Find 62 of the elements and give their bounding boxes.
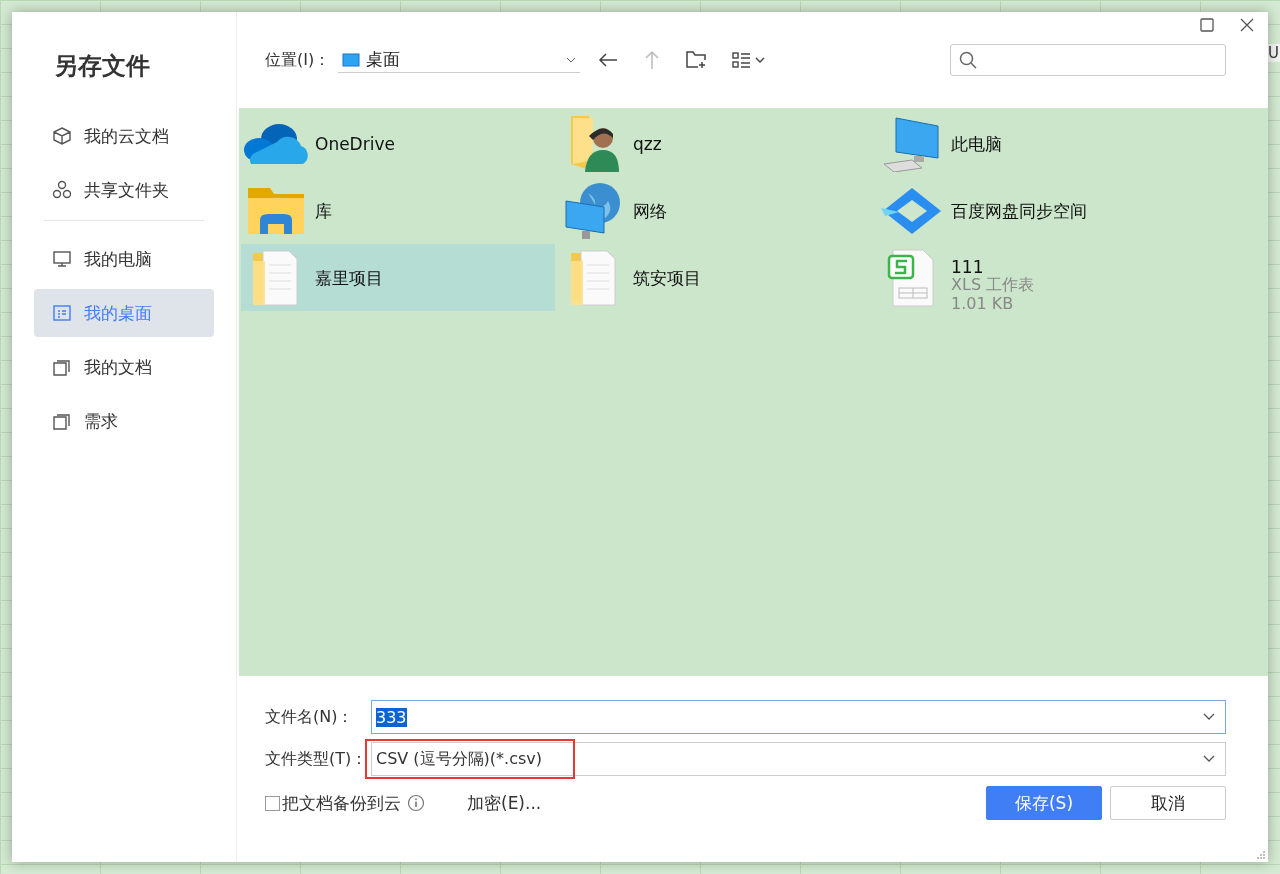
sidebar-item[interactable]: 我的电脑	[34, 235, 214, 283]
filetype-dropdown[interactable]: CSV (逗号分隔)(*.csv)	[371, 742, 1226, 776]
folder-icon	[251, 248, 301, 307]
desktop-icon	[52, 303, 72, 323]
new-folder-icon[interactable]	[686, 51, 707, 69]
spreadsheet-file-icon	[887, 247, 937, 308]
folder-icon	[246, 185, 306, 236]
maximize-icon[interactable]	[1200, 18, 1214, 32]
encrypt-link[interactable]: 加密(E)...	[467, 791, 542, 815]
file-item[interactable]: OneDrive	[241, 110, 555, 177]
file-item[interactable]: 此电脑	[877, 110, 1191, 177]
resize-grip-icon	[1256, 850, 1266, 860]
chevron-down-icon	[1203, 755, 1215, 763]
backup-checkbox[interactable]: 把文档备份到云	[265, 791, 401, 815]
file-name: 筑安项目	[633, 266, 701, 290]
file-item[interactable]: 库	[241, 177, 555, 244]
info-icon	[407, 794, 425, 812]
folder-icon	[569, 248, 619, 307]
file-item[interactable]: 嘉里项目	[241, 244, 555, 311]
diamond-icon	[881, 185, 943, 236]
location-dropdown[interactable]: 桌面	[338, 47, 581, 73]
file-item[interactable]: qzz	[559, 110, 873, 177]
cancel-button[interactable]: 取消	[1110, 786, 1226, 820]
file-item[interactable]: 筑安项目	[559, 244, 873, 311]
column-header: U	[1268, 44, 1280, 62]
file-name: 嘉里项目	[315, 266, 383, 290]
user-folder-icon	[569, 113, 619, 174]
close-icon[interactable]	[1240, 18, 1254, 32]
file-size: 1.01 KB	[951, 293, 1015, 313]
file-item[interactable]: 百度网盘同步空间	[877, 177, 1191, 244]
sidebar-item[interactable]: 我的云文档	[34, 112, 214, 160]
search-icon	[959, 51, 977, 69]
computer-icon	[882, 115, 942, 172]
dialog-title: 另存文件	[54, 51, 151, 82]
file-item[interactable]: 网络	[559, 177, 873, 244]
circles-icon	[52, 180, 72, 200]
cloud-icon	[243, 121, 309, 166]
filename-field[interactable]: 333	[371, 700, 1226, 734]
desktop-icon	[342, 52, 361, 67]
filetype-label: 文件类型(T)：	[265, 748, 369, 770]
save-button[interactable]: 保存(S)	[986, 786, 1102, 820]
chevron-down-icon	[1203, 713, 1215, 721]
cube-icon	[52, 126, 72, 146]
location-label: 位置(I)：	[265, 49, 331, 71]
file-name: 库	[315, 199, 332, 223]
file-name: 网络	[633, 199, 667, 223]
monitor-icon	[52, 249, 72, 269]
sidebar-item[interactable]: 需求	[34, 397, 214, 445]
folder-icon	[52, 411, 72, 431]
file-item[interactable]: 111 XLS 工作表 1.01 KB	[877, 244, 1191, 311]
folder-icon	[52, 357, 72, 377]
file-name: 百度网盘同步空间	[951, 199, 1087, 223]
filename-label: 文件名(N)：	[265, 706, 355, 728]
sidebar-item[interactable]: 共享文件夹	[34, 166, 214, 214]
file-name: OneDrive	[315, 132, 395, 156]
view-list-icon[interactable]	[732, 51, 767, 69]
file-name: qzz	[633, 132, 662, 156]
chevron-down-icon	[566, 56, 577, 63]
file-name: 此电脑	[951, 132, 1002, 156]
search-field[interactable]	[950, 44, 1226, 76]
back-arrow-icon[interactable]	[598, 52, 619, 68]
sidebar-item[interactable]: 我的文档	[34, 343, 214, 391]
